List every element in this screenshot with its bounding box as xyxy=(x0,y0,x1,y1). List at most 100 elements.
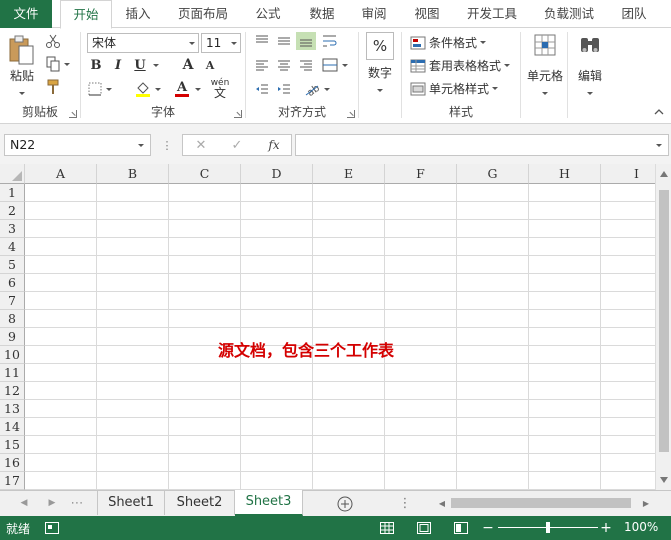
row-header-15[interactable]: 15 xyxy=(0,436,25,454)
cell-styles-button[interactable]: 单元格样式 xyxy=(410,80,499,97)
merge-dropdown-icon[interactable] xyxy=(342,63,348,67)
row-header-14[interactable]: 14 xyxy=(0,418,25,436)
font-name-dropdown-icon[interactable] xyxy=(186,34,198,52)
orientation-dropdown-icon[interactable] xyxy=(324,87,330,91)
tab-data[interactable]: 数据 xyxy=(300,0,344,28)
cell-styles-dropdown-icon[interactable] xyxy=(492,87,499,90)
row-header-12[interactable]: 12 xyxy=(0,382,25,400)
horizontal-scrollbar[interactable]: ◀ ▶ xyxy=(435,496,655,510)
cancel-icon[interactable]: ✕ xyxy=(191,137,211,153)
row-header-11[interactable]: 11 xyxy=(0,364,25,382)
sheet-tab-sheet2[interactable]: Sheet2 xyxy=(165,491,235,515)
column-header-e[interactable]: E xyxy=(313,164,385,184)
tab-file[interactable]: 文件 xyxy=(0,0,52,28)
font-launcher-icon[interactable] xyxy=(234,110,242,118)
formula-bar-grip-icon[interactable]: ⋮ xyxy=(162,138,173,152)
select-all-corner[interactable] xyxy=(0,164,25,184)
paste-button[interactable]: 粘贴 xyxy=(4,34,40,98)
tab-load-test[interactable]: 负载测试 xyxy=(536,0,602,28)
font-size-select[interactable]: 11 xyxy=(201,33,241,53)
font-name-select[interactable]: 宋体 xyxy=(87,33,199,53)
font-size-dropdown-icon[interactable] xyxy=(228,34,240,52)
number-dropdown-icon[interactable] xyxy=(377,89,383,92)
row-header-4[interactable]: 4 xyxy=(0,238,25,256)
row-header-8[interactable]: 8 xyxy=(0,310,25,328)
shrink-font-button[interactable]: A xyxy=(201,56,219,74)
vertical-scroll-thumb[interactable] xyxy=(659,190,669,452)
align-left-icon[interactable] xyxy=(252,56,272,74)
zoom-level[interactable]: 100% xyxy=(624,520,658,534)
row-header-5[interactable]: 5 xyxy=(0,256,25,274)
zoom-out-icon[interactable]: − xyxy=(482,520,494,536)
borders-button[interactable] xyxy=(87,80,113,98)
worksheet-grid[interactable]: A B C D E F G H I 1 2 3 4 5 6 7 8 9 10 11 12 13 14 15 16 17 源文档，包含… xyxy=(0,164,671,490)
font-color-dropdown-icon[interactable] xyxy=(195,88,201,91)
bold-button[interactable]: B xyxy=(87,56,105,74)
alignment-launcher-icon[interactable] xyxy=(347,110,355,118)
tab-insert[interactable]: 插入 xyxy=(114,0,162,28)
page-layout-view-icon[interactable] xyxy=(415,520,433,536)
tab-home[interactable]: 开始 xyxy=(60,0,112,29)
scroll-up-icon[interactable] xyxy=(659,168,669,180)
column-header-g[interactable]: G xyxy=(457,164,529,184)
macro-record-icon[interactable] xyxy=(44,521,60,535)
paste-dropdown-icon[interactable] xyxy=(19,92,25,95)
increase-indent-icon[interactable] xyxy=(274,80,294,98)
format-painter-icon[interactable] xyxy=(44,78,62,96)
conditional-format-button[interactable]: 条件格式 xyxy=(410,34,487,51)
column-header-h[interactable]: H xyxy=(529,164,601,184)
zoom-slider-thumb[interactable] xyxy=(546,522,550,533)
scroll-right-icon[interactable]: ▶ xyxy=(641,497,651,509)
fill-color-dropdown-icon[interactable] xyxy=(155,87,161,91)
sheet-tab-sheet3[interactable]: Sheet3 xyxy=(235,490,303,516)
row-header-6[interactable]: 6 xyxy=(0,274,25,292)
tab-review[interactable]: 审阅 xyxy=(352,0,396,28)
wrap-text-icon[interactable] xyxy=(320,32,340,50)
conditional-format-dropdown-icon[interactable] xyxy=(480,41,487,44)
row-header-2[interactable]: 2 xyxy=(0,202,25,220)
scroll-left-icon[interactable]: ◀ xyxy=(437,497,447,509)
row-header-7[interactable]: 7 xyxy=(0,292,25,310)
next-sheet-icon[interactable]: ▶ xyxy=(46,497,58,509)
vertical-scrollbar[interactable] xyxy=(655,164,671,490)
row-header-3[interactable]: 3 xyxy=(0,220,25,238)
zoom-in-icon[interactable]: + xyxy=(600,520,612,536)
cut-icon[interactable] xyxy=(44,32,62,50)
borders-dropdown-icon[interactable] xyxy=(106,87,112,91)
row-header-10[interactable]: 10 xyxy=(0,346,25,364)
column-header-c[interactable]: C xyxy=(169,164,241,184)
underline-dropdown-icon[interactable] xyxy=(153,64,159,67)
sheet-tab-sheet1[interactable]: Sheet1 xyxy=(97,491,165,515)
tab-page-layout[interactable]: 页面布局 xyxy=(170,0,236,28)
prev-sheet-icon[interactable]: ◀ xyxy=(18,497,30,509)
underline-button[interactable]: U xyxy=(131,56,149,74)
tab-view[interactable]: 视图 xyxy=(405,0,449,28)
tab-split-grip-icon[interactable]: ⋮ xyxy=(399,496,412,511)
row-header-1[interactable]: 1 xyxy=(0,184,25,202)
sheet-nav-more-icon[interactable]: ⋯ xyxy=(71,496,84,511)
new-sheet-icon[interactable] xyxy=(336,495,354,513)
insert-function-icon[interactable]: fx xyxy=(263,137,285,153)
row-header-9[interactable]: 9 xyxy=(0,328,25,346)
decrease-indent-icon[interactable] xyxy=(252,80,272,98)
cells-dropdown-icon[interactable] xyxy=(542,92,548,95)
format-as-table-dropdown-icon[interactable] xyxy=(504,64,511,67)
align-middle-icon[interactable] xyxy=(274,32,294,50)
row-header-17[interactable]: 17 xyxy=(0,472,25,490)
column-header-b[interactable]: B xyxy=(97,164,169,184)
editing-button[interactable]: 编辑 xyxy=(570,32,610,98)
align-right-icon[interactable] xyxy=(296,56,316,74)
enter-icon[interactable]: ✓ xyxy=(227,137,247,153)
horizontal-scroll-thumb[interactable] xyxy=(451,498,631,508)
align-center-icon[interactable] xyxy=(274,56,294,74)
tab-formulas[interactable]: 公式 xyxy=(246,0,290,28)
copy-icon[interactable] xyxy=(44,55,72,73)
clipboard-launcher-icon[interactable] xyxy=(69,110,77,118)
editing-dropdown-icon[interactable] xyxy=(587,92,593,95)
expand-formula-bar-icon[interactable] xyxy=(656,144,662,147)
scroll-down-icon[interactable] xyxy=(659,474,669,486)
merge-center-button[interactable] xyxy=(320,56,350,74)
normal-view-icon[interactable] xyxy=(378,520,396,536)
tab-developer[interactable]: 开发工具 xyxy=(460,0,524,28)
column-header-f[interactable]: F xyxy=(385,164,457,184)
